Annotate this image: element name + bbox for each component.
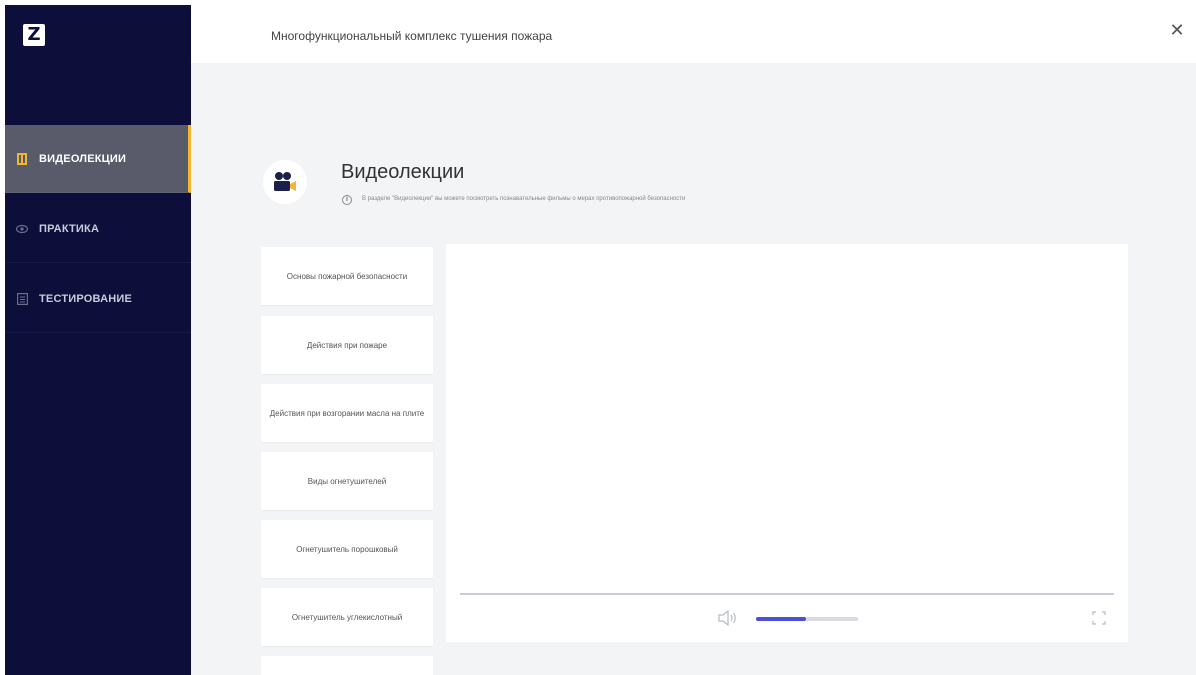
- sidebar-item-label: ПРАКТИКА: [39, 222, 100, 235]
- lesson-item[interactable]: Действия при возгорании масла на плите: [261, 384, 433, 442]
- sidebar-item-label: ВИДЕОЛЕКЦИИ: [39, 152, 127, 165]
- lesson-item[interactable]: Основы пожарной безопасности: [261, 247, 433, 305]
- volume-icon[interactable]: [718, 609, 738, 627]
- volume-slider-fill: [756, 617, 806, 621]
- practice-icon: [16, 223, 28, 235]
- volume-slider[interactable]: [756, 617, 858, 621]
- testing-icon: [16, 292, 28, 305]
- logo[interactable]: Z: [23, 24, 45, 46]
- lesson-item[interactable]: Виды огнетушителей: [261, 452, 433, 510]
- close-icon: ✕: [1169, 20, 1185, 41]
- sidebar: Z ВИДЕОЛЕКЦИИ ПРАКТИКА ТЕСТИРОВАНИЕ: [5, 5, 191, 675]
- video-progress-bar[interactable]: [460, 593, 1114, 595]
- page-title: Многофункциональный комплекс тушения пож…: [271, 29, 553, 43]
- lesson-item[interactable]: Огнетушитель порошковый: [261, 520, 433, 578]
- logo-letter: Z: [27, 24, 41, 45]
- header-bar: Многофункциональный комплекс тушения пож…: [191, 5, 1196, 63]
- close-button[interactable]: ✕: [1168, 22, 1186, 40]
- video-camera-icon: [263, 160, 307, 204]
- sidebar-item-label: ТЕСТИРОВАНИЕ: [39, 292, 133, 305]
- lesson-item[interactable]: [261, 656, 433, 675]
- fullscreen-icon[interactable]: [1092, 611, 1106, 625]
- video-player[interactable]: [446, 244, 1128, 642]
- sidebar-item-practice[interactable]: ПРАКТИКА: [5, 195, 191, 263]
- section-description: В разделе "Видеолекции" вы можете посмот…: [362, 196, 686, 202]
- sidebar-item-video-lectures[interactable]: ВИДЕОЛЕКЦИИ: [5, 125, 191, 193]
- lesson-item[interactable]: Огнетушитель углекислотный: [261, 588, 433, 646]
- info-icon: i: [342, 195, 352, 205]
- video-lectures-icon: [16, 152, 28, 165]
- section-title: Видеолекции: [341, 161, 465, 183]
- sidebar-item-testing[interactable]: ТЕСТИРОВАНИЕ: [5, 265, 191, 333]
- lesson-item[interactable]: Действия при пожаре: [261, 316, 433, 374]
